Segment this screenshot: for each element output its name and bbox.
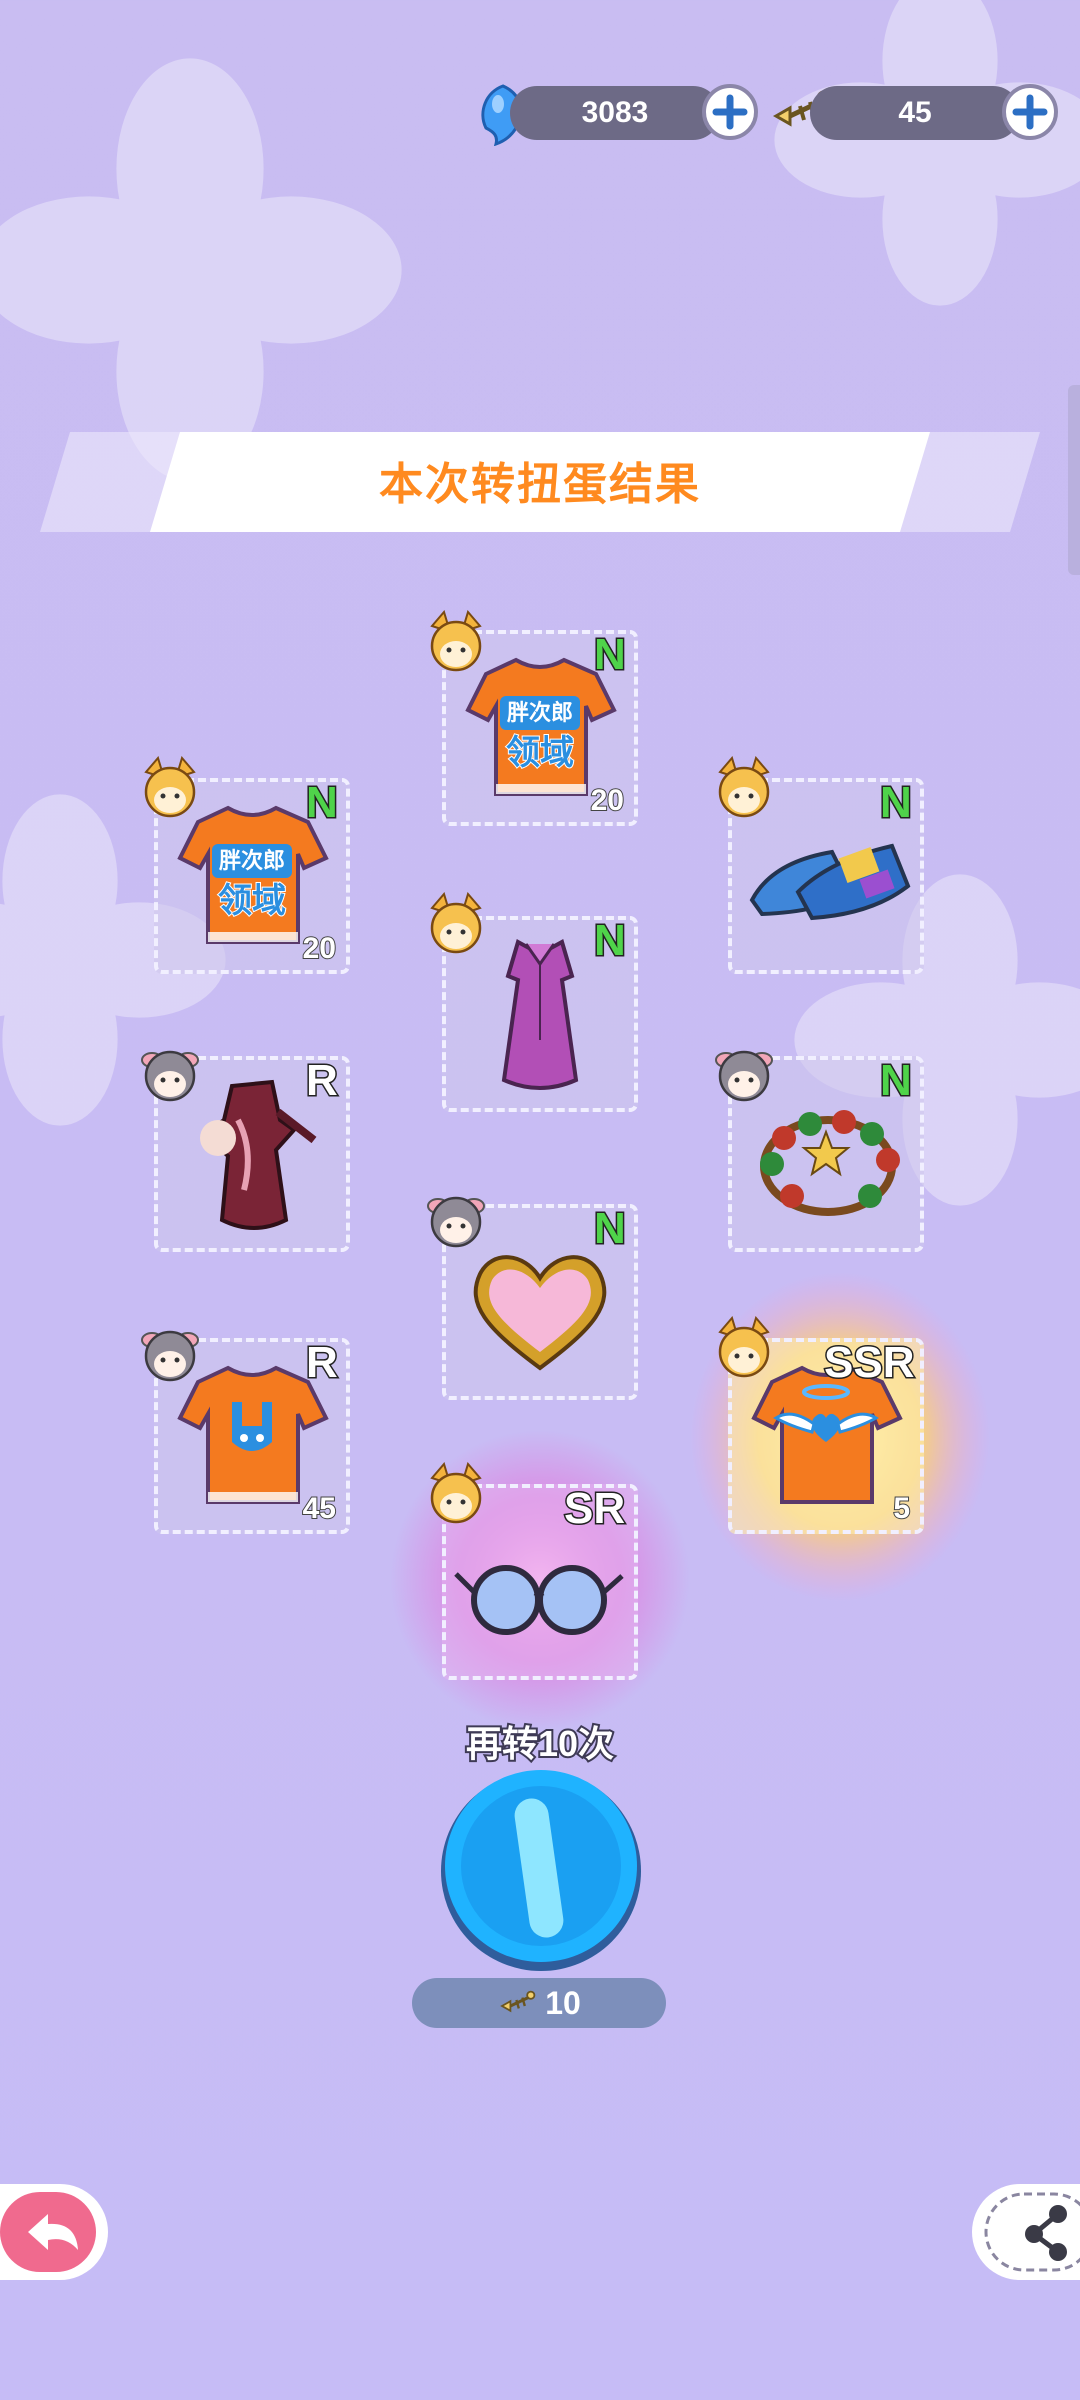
bunny-character-badge-icon [140, 1330, 200, 1382]
spin-again-label: 再转10次 [464, 1721, 616, 1766]
shirt-logo-line2: 领域 [218, 882, 286, 920]
share-icon [984, 2192, 1080, 2272]
shirt-logo-line1: 胖次郎 [507, 700, 573, 725]
item-count: 20 [302, 931, 337, 966]
fox-character-badge-icon [430, 1462, 482, 1524]
spin-cost: 10 [412, 1978, 666, 2028]
result-title: 本次转扭蛋结果 [379, 460, 701, 509]
shirt-logo-line1: 胖次郎 [219, 848, 285, 873]
fox-character-badge-icon [144, 756, 196, 818]
add-tickets-button[interactable] [1002, 84, 1058, 140]
fox-character-badge-icon [430, 892, 482, 954]
rarity-label: N [593, 629, 628, 681]
spin-again-button[interactable] [438, 1768, 644, 1974]
rarity-label: N [879, 777, 914, 829]
rarity-label: R [305, 1337, 340, 1389]
rarity-label: SR [562, 1483, 626, 1535]
clover-decoration [0, 58, 402, 482]
bunny-character-badge-icon [426, 1196, 486, 1248]
rarity-label: N [305, 777, 340, 829]
item-count: 20 [590, 783, 625, 818]
shirt-logo-line2: 领域 [506, 734, 574, 772]
gem-count: 3083 [510, 86, 720, 140]
back-button[interactable] [0, 2184, 108, 2280]
spin-cost-value: 10 [545, 1984, 581, 2021]
fox-character-badge-icon [430, 610, 482, 672]
fox-character-badge-icon [718, 756, 770, 818]
plus-icon [1012, 94, 1048, 130]
rarity-label: N [879, 1055, 914, 1107]
rarity-label: R [305, 1055, 340, 1107]
fox-character-badge-icon [718, 1316, 770, 1378]
ticket-count: 45 [810, 86, 1020, 140]
rarity-label: SSR [822, 1337, 916, 1389]
rarity-label: N [593, 915, 628, 967]
clover-decoration [774, 0, 1080, 306]
add-gems-button[interactable] [702, 84, 758, 140]
item-count: 5 [892, 1491, 911, 1526]
back-arrow-icon [0, 2192, 96, 2272]
item-count: 45 [302, 1491, 337, 1526]
bunny-character-badge-icon [140, 1050, 200, 1102]
plus-icon [712, 94, 748, 130]
fish-bone-ticket-icon [500, 1990, 536, 2013]
bunny-character-badge-icon [714, 1050, 774, 1102]
share-button[interactable] [972, 2184, 1080, 2280]
rarity-label: N [593, 1203, 628, 1255]
